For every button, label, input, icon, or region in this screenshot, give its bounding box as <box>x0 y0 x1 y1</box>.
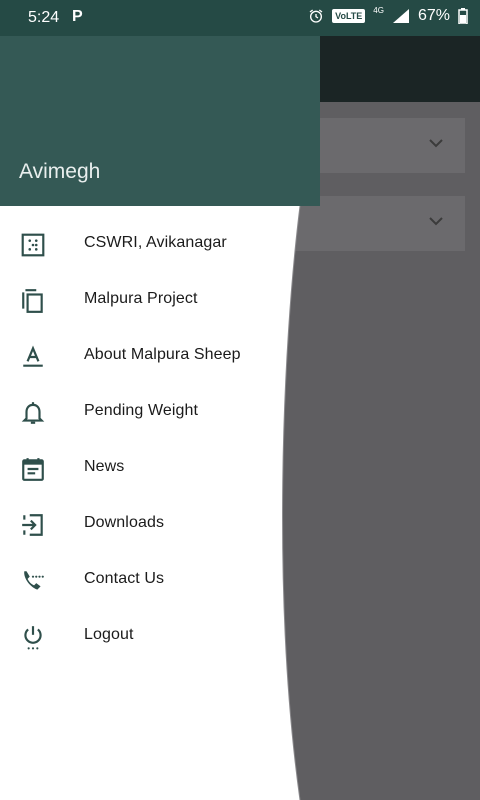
status-bar: 5:24 P VoLTE 4G 67% <box>0 0 480 36</box>
power-icon <box>24 626 42 650</box>
menu-item-label: Contact Us <box>84 570 165 587</box>
menu-item-about-sheep[interactable]: About Malpura Sheep <box>0 328 295 384</box>
menu-item-news[interactable]: News <box>0 440 295 496</box>
network-type: 4G <box>373 5 384 15</box>
calendar-note-icon <box>22 458 44 481</box>
menu-item-label: CSWRI, Avikanagar <box>84 234 227 251</box>
text-format-icon <box>23 345 43 367</box>
menu-item-downloads[interactable]: Downloads <box>0 496 295 552</box>
app-notification-icon: P <box>72 8 83 25</box>
phone-dialing-icon <box>24 571 44 590</box>
battery-percent: 67% <box>417 7 450 24</box>
menu-item-label: News <box>84 458 125 475</box>
bell-icon <box>21 402 45 424</box>
menu-item-label: About Malpura Sheep <box>84 346 241 363</box>
menu-item-label: Malpura Project <box>84 290 198 307</box>
menu-item-label: Downloads <box>84 514 165 531</box>
menu-item-label: Pending Weight <box>84 402 199 419</box>
status-time: 5:24 <box>28 9 60 26</box>
battery-icon <box>458 8 468 24</box>
menu-item-malpura-project[interactable]: Malpura Project <box>0 272 295 328</box>
navigation-drawer: Avimegh CSWRI, Avikanagar Malpura Projec… <box>0 0 480 800</box>
menu-item-cswri[interactable]: CSWRI, Avikanagar <box>0 216 295 272</box>
signal-icon <box>392 9 409 23</box>
grid-dots-icon <box>21 233 45 257</box>
user-name: Avimegh <box>19 160 101 183</box>
login-icon <box>22 514 43 536</box>
menu-item-logout[interactable]: Logout <box>0 608 295 664</box>
menu-item-pending-weight[interactable]: Pending Weight <box>0 384 295 440</box>
alarm-icon <box>309 9 323 23</box>
menu-item-contact-us[interactable]: Contact Us <box>0 552 295 608</box>
copy-icon <box>22 289 43 313</box>
menu-item-label: Logout <box>84 626 134 643</box>
volte-badge: VoLTE <box>332 9 366 23</box>
